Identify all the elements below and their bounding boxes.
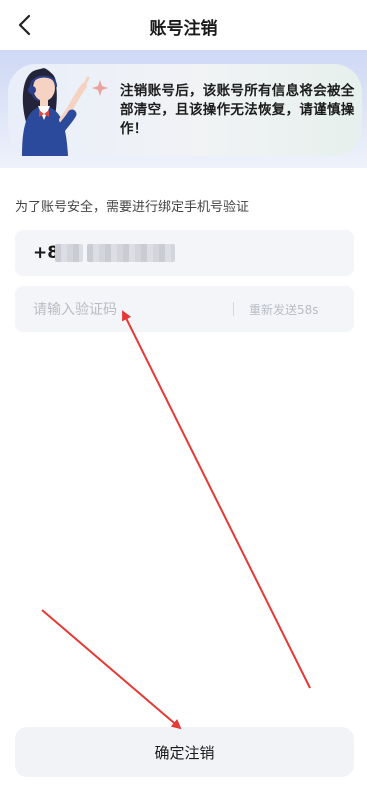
confirm-cancel-account-button[interactable]: 确定注销 [15, 727, 354, 777]
verification-code-input[interactable] [31, 298, 235, 322]
field-divider [233, 302, 234, 316]
phone-number-field: +8 [15, 230, 354, 276]
customer-service-illustration [22, 68, 108, 156]
verification-code-field: 重新发送58s [15, 286, 354, 332]
masked-phone-number [87, 244, 175, 262]
header-bar: 账号注销 [0, 0, 367, 50]
page-title: 账号注销 [149, 19, 218, 39]
verification-tip: 为了账号安全，需要进行绑定手机号验证 [15, 200, 250, 215]
masked-phone-digits [55, 244, 83, 262]
warning-text: 注销账号后，该账号所有信息将会被全部清空，且该操作无法恢复，请谨慎操作！ [120, 83, 355, 137]
resend-code-button[interactable]: 重新发送58s [249, 301, 319, 318]
